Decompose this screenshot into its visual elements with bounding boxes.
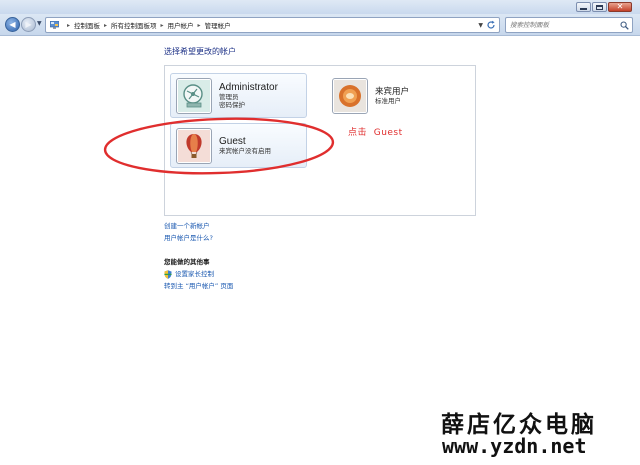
page-title: 选择希望更改的帐户 — [164, 47, 236, 56]
breadcrumb-separator[interactable]: ▸ — [161, 22, 164, 29]
close-icon: ✕ — [616, 2, 624, 11]
what-is-user-account-link[interactable]: 用户帐户是什么? — [164, 232, 213, 244]
account-links: 创建一个新帐户 用户帐户是什么? — [164, 220, 213, 244]
breadcrumb-manage-accounts[interactable]: 管理帐户 — [205, 20, 231, 30]
account-administrator[interactable]: Administrator 管理员 密码保护 — [170, 73, 307, 118]
maximize-icon — [596, 4, 603, 10]
user-accounts-main-row[interactable]: 转到主 “用户帐户” 页面 — [164, 280, 233, 292]
minimize-button[interactable] — [576, 2, 591, 12]
account-picture — [176, 77, 212, 114]
account-picture — [332, 77, 368, 114]
address-dropdown-icon[interactable]: ▼ — [478, 22, 483, 29]
breadcrumb-separator[interactable]: ▸ — [104, 22, 107, 29]
address-bar[interactable]: ▸ 控制面板 ▸ 所有控制面板项 ▸ 用户帐户 ▸ 管理帐户 ▼ — [45, 17, 500, 33]
breadcrumb-separator[interactable]: ▸ — [67, 22, 70, 29]
window-titlebar[interactable]: ✕ — [0, 0, 640, 14]
parental-controls-link[interactable]: 设置家长控制 — [175, 268, 214, 280]
close-button[interactable]: ✕ — [608, 2, 632, 12]
forward-button[interactable]: ▶ — [21, 17, 36, 32]
parental-controls-row[interactable]: 设置家长控制 — [164, 268, 233, 280]
account-name: 来宾用户 — [375, 86, 410, 96]
search-icon[interactable] — [620, 21, 629, 30]
other-tasks: 设置家长控制 转到主 “用户帐户” 页面 — [164, 268, 233, 292]
create-account-link[interactable]: 创建一个新帐户 — [164, 220, 213, 232]
annotation-text: 点击 Guest — [348, 128, 403, 138]
account-type: 标准用户 — [375, 97, 401, 105]
account-picture — [176, 127, 212, 164]
search-input[interactable] — [510, 21, 620, 29]
navigation-toolbar: ◀ ▶ ▼ ▸ 控制面板 ▸ 所有控制面板项 ▸ 用户帐户 ▸ 管理帐户 ▼ — [0, 14, 640, 36]
go-to-user-accounts-link[interactable]: 转到主 “用户帐户” 页面 — [164, 280, 233, 292]
control-panel-icon — [50, 21, 59, 29]
watermark-url: www.yzdn.net — [442, 434, 587, 458]
hot-air-balloon-icon — [178, 129, 210, 162]
account-guest-user[interactable]: 来宾用户 标准用户 — [327, 73, 464, 118]
shield-icon — [164, 269, 172, 279]
breadcrumb-control-panel[interactable]: 控制面板 — [74, 20, 100, 30]
arrow-left-icon: ◀ — [9, 19, 16, 29]
window-controls: ✕ — [576, 2, 632, 12]
search-box[interactable] — [505, 17, 633, 33]
network-icon — [178, 79, 210, 112]
account-type: 管理员 — [219, 93, 239, 101]
refresh-icon[interactable] — [486, 20, 496, 30]
breadcrumb-user-accounts[interactable]: 用户帐户 — [168, 20, 194, 30]
minimize-icon — [580, 8, 587, 10]
breadcrumb-separator[interactable]: ▸ — [198, 22, 201, 29]
recent-pages-button[interactable]: ▼ — [37, 21, 43, 27]
account-guest[interactable]: Guest 来宾帐户没有启用 — [170, 123, 307, 168]
account-text: Administrator 管理员 密码保护 — [219, 82, 278, 109]
account-status: 来宾帐户没有启用 — [219, 147, 271, 155]
other-tasks-heading: 您能做的其他事 — [164, 258, 210, 266]
orange-flower-icon — [334, 79, 366, 112]
account-status: 密码保护 — [219, 101, 245, 109]
back-button[interactable]: ◀ — [5, 17, 20, 32]
account-name: Administrator — [219, 82, 278, 93]
accounts-panel: Administrator 管理员 密码保护 来宾用户 标准用户 Guest 来… — [164, 65, 476, 216]
arrow-right-icon: ▶ — [25, 19, 32, 29]
content-area: 选择希望更改的帐户 Administrator 管理员 密码保护 来宾用户 标准… — [0, 37, 640, 465]
breadcrumb-all-items[interactable]: 所有控制面板项 — [111, 20, 157, 30]
maximize-button[interactable] — [592, 2, 607, 12]
account-text: 来宾用户 标准用户 — [375, 86, 409, 105]
account-name: Guest — [219, 136, 246, 147]
account-text: Guest 来宾帐户没有启用 — [219, 136, 271, 155]
